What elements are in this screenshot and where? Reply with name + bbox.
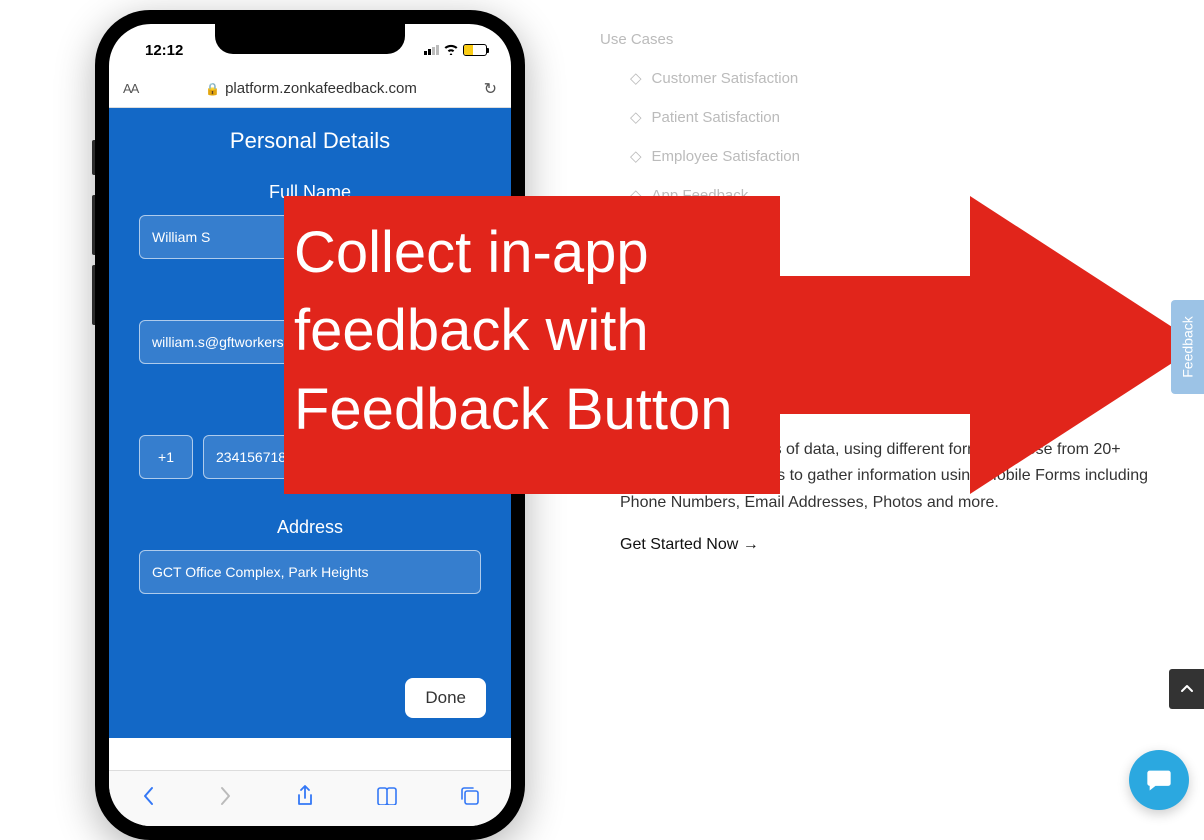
phone-notch	[215, 24, 405, 54]
reload-icon[interactable]: ↻	[484, 79, 497, 99]
wifi-icon	[443, 43, 459, 58]
country-code-input[interactable]	[139, 435, 193, 479]
menu-header-usecases: Use Cases	[600, 20, 800, 59]
safari-toolbar	[109, 770, 511, 826]
safari-url-bar[interactable]: AA 🔒platform.zonkafeedback.com ↻	[109, 70, 511, 108]
annotation-banner: Collect in-app feedback with Feedback Bu…	[284, 196, 780, 494]
lock-icon: 🔒	[205, 82, 220, 96]
chat-icon	[1145, 766, 1173, 794]
address-input[interactable]	[139, 550, 481, 594]
menu-item: ◇Patient Satisfaction	[600, 98, 800, 137]
bookmarks-icon[interactable]	[376, 787, 398, 811]
get-started-link[interactable]: Get Started Now →	[620, 536, 759, 553]
form-title: Personal Details	[139, 128, 481, 154]
menu-item: ◇Employee Satisfaction	[600, 137, 800, 176]
url-text[interactable]: 🔒platform.zonkafeedback.com	[148, 80, 473, 97]
share-icon[interactable]	[296, 785, 314, 813]
status-time: 12:12	[133, 36, 183, 59]
annotation-arrow	[780, 196, 1200, 494]
background-nav-menu: Use Cases ◇Customer Satisfaction ◇Patien…	[600, 20, 800, 215]
tabs-icon[interactable]	[460, 786, 480, 812]
back-to-top-button[interactable]	[1169, 669, 1204, 709]
done-button[interactable]: Done	[405, 678, 486, 718]
signal-icon	[424, 45, 439, 55]
back-icon[interactable]	[140, 786, 156, 812]
address-label: Address	[139, 517, 481, 538]
menu-item: ◇Customer Satisfaction	[600, 59, 800, 98]
chat-launcher[interactable]	[1129, 750, 1189, 810]
feedback-tab-label: Feedback	[1180, 316, 1196, 377]
forward-icon	[218, 786, 234, 812]
battery-icon	[463, 44, 487, 56]
feedback-side-tab[interactable]: Feedback	[1171, 300, 1204, 394]
reader-aa-icon[interactable]: AA	[123, 81, 138, 96]
